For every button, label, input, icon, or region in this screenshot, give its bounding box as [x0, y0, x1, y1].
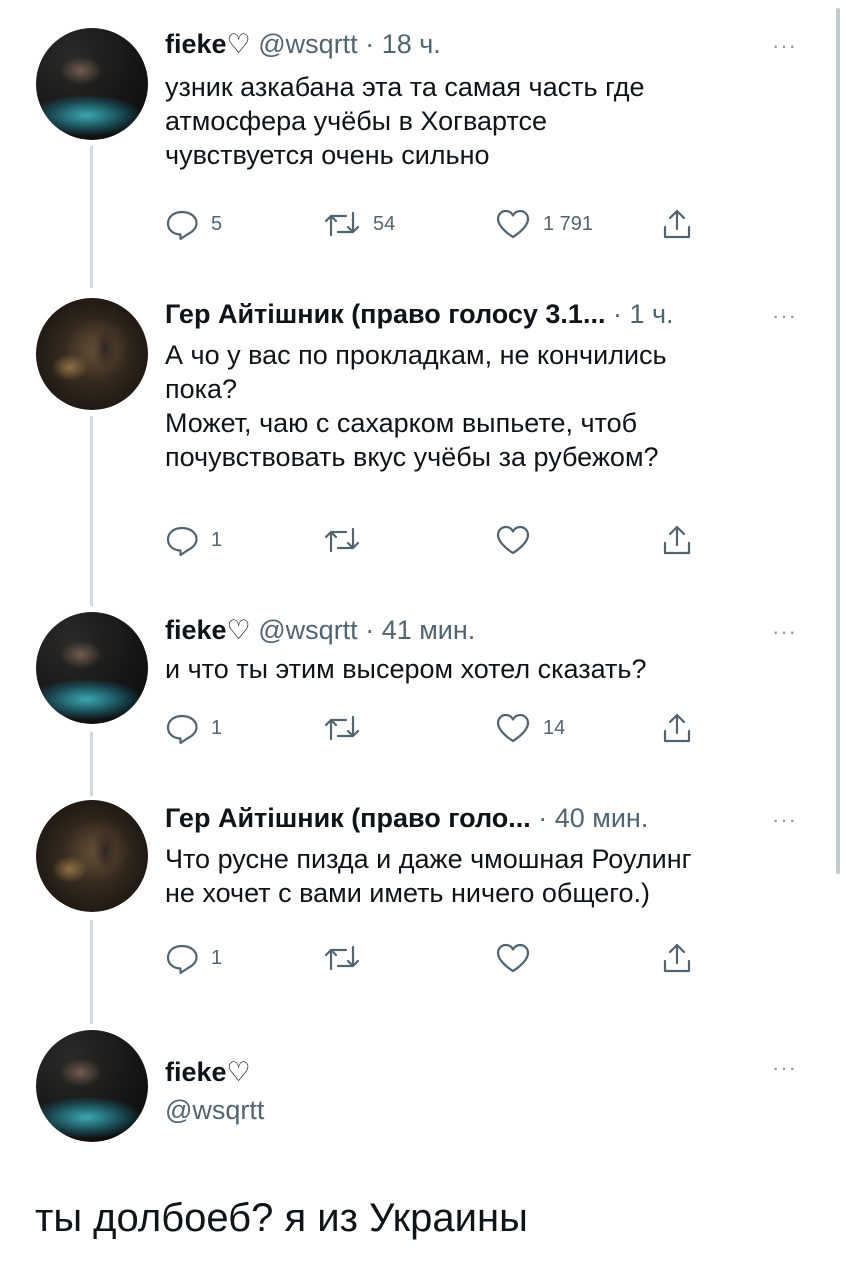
composer-author: fieke♡	[165, 1052, 251, 1092]
more-icon[interactable]: ···	[772, 305, 797, 327]
share-icon	[663, 209, 691, 239]
share-button[interactable]	[661, 708, 693, 748]
author-name[interactable]: fieke♡	[165, 615, 251, 645]
reply-count: 1	[211, 946, 223, 969]
share-icon	[663, 943, 691, 973]
share-icon	[663, 713, 691, 743]
author-handle[interactable]: @wsqrtt	[258, 615, 357, 645]
author-name[interactable]: Гер Айтішник (право голо...	[165, 803, 531, 833]
reply-button[interactable]: 1	[165, 938, 222, 978]
timestamp[interactable]: · 1 ч.	[613, 299, 674, 329]
reply-icon	[166, 210, 198, 240]
tweet-text-line: атмосфера учёбы в Хогвартсе	[165, 106, 548, 136]
tweet-header: fieke♡ @wsqrtt · 41 мин.	[165, 610, 475, 650]
like-count: 14	[543, 716, 566, 739]
tweet-text: и что ты этим высером хотел сказать?	[165, 652, 805, 686]
retweet-icon	[324, 527, 360, 553]
tweet-text-line: почувствовать вкус учёбы за рубежом?	[165, 442, 659, 472]
timestamp[interactable]: · 18 ч.	[365, 29, 441, 59]
reply-button[interactable]: 1	[165, 520, 222, 560]
share-button[interactable]	[661, 938, 693, 978]
more-icon[interactable]: ···	[772, 1057, 797, 1079]
more-icon[interactable]: ···	[772, 35, 797, 57]
reply-icon	[166, 714, 198, 744]
tweet-text-line: Может, чаю с сахарком выпьете, чтоб	[165, 408, 638, 438]
heart-icon	[496, 525, 530, 555]
avatar[interactable]	[36, 298, 148, 410]
tweet-text: Что русне пизда и даже чмошная Роулинг н…	[165, 842, 805, 910]
thread-line	[90, 146, 93, 288]
tweet-text-line: пока?	[165, 374, 238, 404]
author-name[interactable]: fieke♡	[165, 29, 251, 59]
reply-count: 5	[211, 212, 223, 235]
tweet-text-line: чувствуется очень сильно	[165, 140, 490, 170]
timestamp[interactable]: · 40 мин.	[538, 803, 648, 833]
tweet-text-line: узник азкабана эта та самая часть где	[165, 72, 645, 102]
share-button[interactable]	[661, 204, 693, 244]
avatar[interactable]	[36, 612, 148, 724]
heart-icon	[496, 713, 530, 743]
retweet-button[interactable]: 54	[323, 204, 395, 244]
author-handle[interactable]: @wsqrtt	[258, 29, 357, 59]
tweet-actions: 1	[165, 520, 725, 560]
tweet-text-line: Что русне пизда и даже чмошная Роулинг	[165, 844, 692, 874]
more-icon[interactable]: ···	[772, 621, 797, 643]
thread-line	[90, 920, 93, 1024]
reply-button[interactable]: 1	[165, 708, 222, 748]
reply-count: 1	[211, 528, 223, 551]
retweet-button[interactable]	[323, 520, 373, 560]
reply-icon	[166, 944, 198, 974]
tweet-text: А чо у вас по прокладкам, не кончились п…	[165, 338, 805, 474]
avatar[interactable]	[36, 28, 148, 140]
reply-icon	[166, 526, 198, 556]
retweet-button[interactable]	[323, 708, 373, 748]
author-name[interactable]: fieke♡	[165, 1057, 251, 1087]
tweet-actions: 1 14	[165, 708, 725, 748]
share-button[interactable]	[661, 520, 693, 560]
more-icon[interactable]: ···	[772, 809, 797, 831]
tweet-text-line: А чо у вас по прокладкам, не кончились	[165, 340, 667, 370]
heart-icon	[496, 209, 530, 239]
reply-count: 1	[211, 716, 223, 739]
timestamp[interactable]: · 41 мин.	[365, 615, 475, 645]
thread-line	[90, 416, 93, 606]
like-button[interactable]: 14	[495, 708, 565, 748]
avatar[interactable]	[36, 800, 148, 912]
like-count: 1 791	[543, 212, 594, 235]
retweet-count: 54	[373, 212, 396, 235]
tweet-header: fieke♡ @wsqrtt · 18 ч.	[165, 24, 441, 64]
tweet-actions: 5 54 1 791	[165, 204, 725, 244]
avatar[interactable]	[36, 1030, 148, 1142]
tweet-text-line: и что ты этим высером хотел сказать?	[165, 654, 647, 684]
share-icon	[663, 525, 691, 555]
like-button[interactable]	[495, 520, 543, 560]
like-button[interactable]: 1 791	[495, 204, 593, 244]
thread-line	[90, 732, 93, 796]
like-button[interactable]	[495, 938, 543, 978]
retweet-icon	[324, 715, 360, 741]
retweet-icon	[324, 211, 360, 237]
reply-button[interactable]: 5	[165, 204, 222, 244]
author-name[interactable]: Гер Айтішник (право голосу 3.1...	[165, 299, 605, 329]
author-handle[interactable]: @wsqrtt	[165, 1092, 264, 1128]
scrollbar[interactable]	[836, 8, 840, 874]
tweet-actions: 1	[165, 938, 725, 978]
tweet-text: узник азкабана эта та самая часть где ат…	[165, 70, 805, 172]
tweet-header: Гер Айтішник (право голосу 3.1... · 1 ч.	[165, 294, 674, 334]
reply-text[interactable]: ты долбоеб? я из Украины	[35, 1192, 528, 1244]
heart-icon	[496, 943, 530, 973]
tweet-text-line: не хочет с вами иметь ничего общего.)	[165, 878, 651, 908]
retweet-icon	[324, 945, 360, 971]
retweet-button[interactable]	[323, 938, 373, 978]
tweet-header: Гер Айтішник (право голо... · 40 мин.	[165, 798, 648, 838]
